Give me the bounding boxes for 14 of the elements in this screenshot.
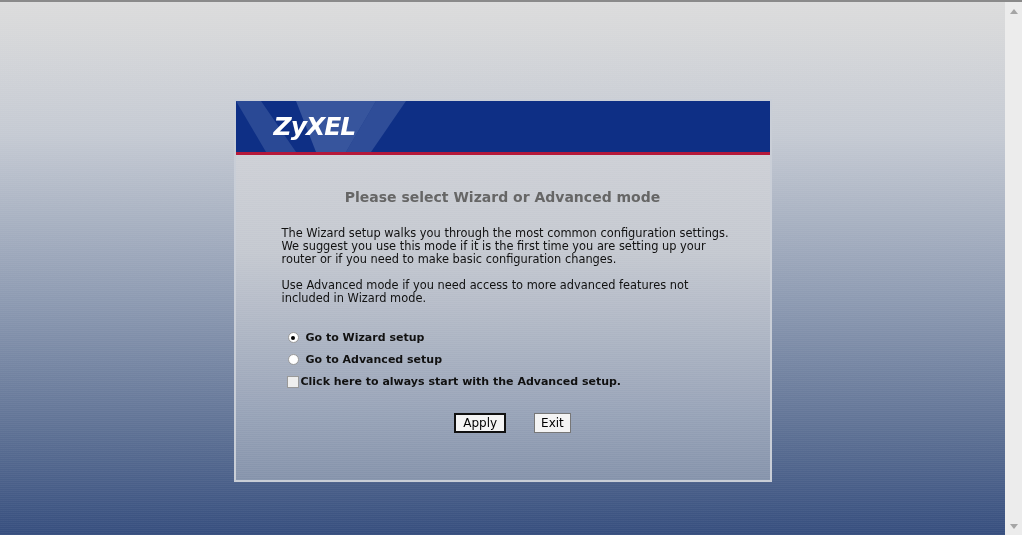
radio-button[interactable] <box>287 332 299 343</box>
option-label[interactable]: Go to Advanced setup <box>305 353 443 366</box>
scroll-down-icon[interactable] <box>1009 524 1018 529</box>
checkbox[interactable] <box>286 375 299 388</box>
option-label[interactable]: Go to Wizard setup <box>305 331 425 344</box>
scroll-up-icon[interactable] <box>1009 9 1018 14</box>
apply-button[interactable]: Apply <box>454 413 507 433</box>
page-heading: Please select Wizard or Advanced mode <box>343 189 662 205</box>
radio-button[interactable] <box>287 354 299 365</box>
description-text: Use Advanced mode if you need access to more advanced features not included in Wizard mode. <box>281 279 690 305</box>
description-text: The Wizard setup walks you through the most common configuration settings. We suggest you use this mode if it is the first time you are setting up your router or if you need to make basic configuration changes. <box>281 227 730 266</box>
logo-text: ZyXEL <box>273 112 356 141</box>
checkbox-label[interactable]: Click here to always start with the Advanced setup. <box>300 375 622 388</box>
exit-button[interactable]: Exit <box>534 413 571 433</box>
